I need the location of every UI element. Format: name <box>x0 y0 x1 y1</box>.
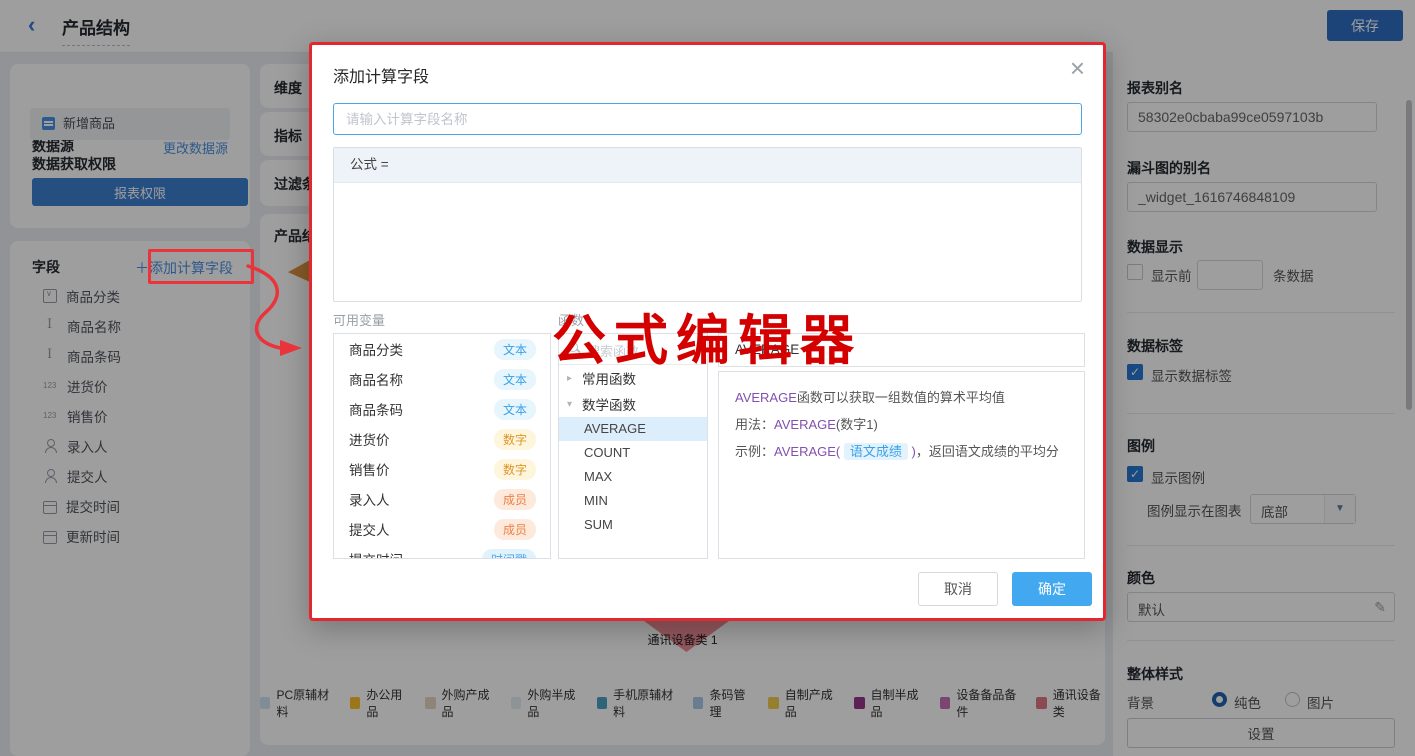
modal-title: 添加计算字段 <box>333 63 429 87</box>
variable-name: 商品分类 <box>349 339 403 359</box>
formula-label: 公式 = <box>334 148 1081 183</box>
function-item[interactable]: AVERAGE <box>559 417 707 441</box>
variable-row[interactable]: 录入人 成员 <box>334 484 550 514</box>
doc-usage: 用法：AVERAGE(数字1) <box>735 411 1068 438</box>
variable-name: 提交时间 <box>349 549 403 559</box>
function-doc-body: AVERAGE函数可以获取一组数值的算术平均值 用法：AVERAGE(数字1) … <box>718 371 1085 559</box>
variables-title: 可用变量 <box>333 310 385 329</box>
function-group[interactable]: ▾ 数学函数 <box>559 391 707 417</box>
close-icon[interactable]: × <box>1070 55 1085 81</box>
variable-type-tag: 成员 <box>494 519 536 540</box>
function-tree: ▸常用函数▾数学函数AVERAGECOUNTMAXMINSUM <box>559 365 707 537</box>
variable-name: 商品条码 <box>349 399 403 419</box>
variable-type-tag: 文本 <box>494 369 536 390</box>
function-item[interactable]: MAX <box>559 465 707 489</box>
screen: ‹ 产品结构 保存 数据源 更改数据源 新增商品 数据获取权限 报表权限 字段 … <box>0 0 1415 756</box>
function-item[interactable]: COUNT <box>559 441 707 465</box>
variable-row[interactable]: 进货价 数字 <box>334 424 550 454</box>
variable-type-tag: 成员 <box>494 489 536 510</box>
variable-row[interactable]: 销售价 数字 <box>334 454 550 484</box>
variable-name: 进货价 <box>349 429 390 449</box>
variable-type-tag: 文本 <box>494 339 536 360</box>
variable-name: 商品名称 <box>349 369 403 389</box>
variable-row[interactable]: 商品分类 文本 <box>334 334 550 364</box>
variable-row[interactable]: 商品名称 文本 <box>334 364 550 394</box>
variable-row[interactable]: 提交人 成员 <box>334 514 550 544</box>
variable-type-tag: 文本 <box>494 399 536 420</box>
variable-row[interactable]: 提交时间 时间戳 <box>334 544 550 559</box>
confirm-button[interactable]: 确定 <box>1012 572 1092 606</box>
variable-name: 销售价 <box>349 459 390 479</box>
calc-field-name-input[interactable] <box>333 103 1082 135</box>
variable-type-tag: 数字 <box>494 429 536 450</box>
annotation-big-text: 公式编辑器 <box>552 296 862 375</box>
variable-type-tag: 时间戳 <box>482 549 536 560</box>
example-field-tag: 语文成绩 <box>844 443 908 460</box>
cancel-button[interactable]: 取消 <box>918 572 998 606</box>
variable-name: 录入人 <box>349 489 390 509</box>
variables-list: 商品分类文本商品名称文本商品条码文本进货价数字销售价数字录入人成员提交人成员提交… <box>333 333 551 559</box>
variable-row[interactable]: 商品条码 文本 <box>334 394 550 424</box>
function-group-label: 数学函数 <box>582 394 636 414</box>
function-item[interactable]: MIN <box>559 489 707 513</box>
chevron-down-icon: ▾ <box>567 399 577 410</box>
formula-editor[interactable]: 公式 = <box>333 147 1082 302</box>
doc-description: AVERAGE函数可以获取一组数值的算术平均值 <box>735 384 1068 411</box>
function-item[interactable]: SUM <box>559 513 707 537</box>
variable-name: 提交人 <box>349 519 390 539</box>
annotation-arrow <box>230 250 330 365</box>
variable-type-tag: 数字 <box>494 459 536 480</box>
doc-example: 示例：AVERAGE( 语文成绩 )，返回语文成绩的平均分 <box>735 438 1068 465</box>
